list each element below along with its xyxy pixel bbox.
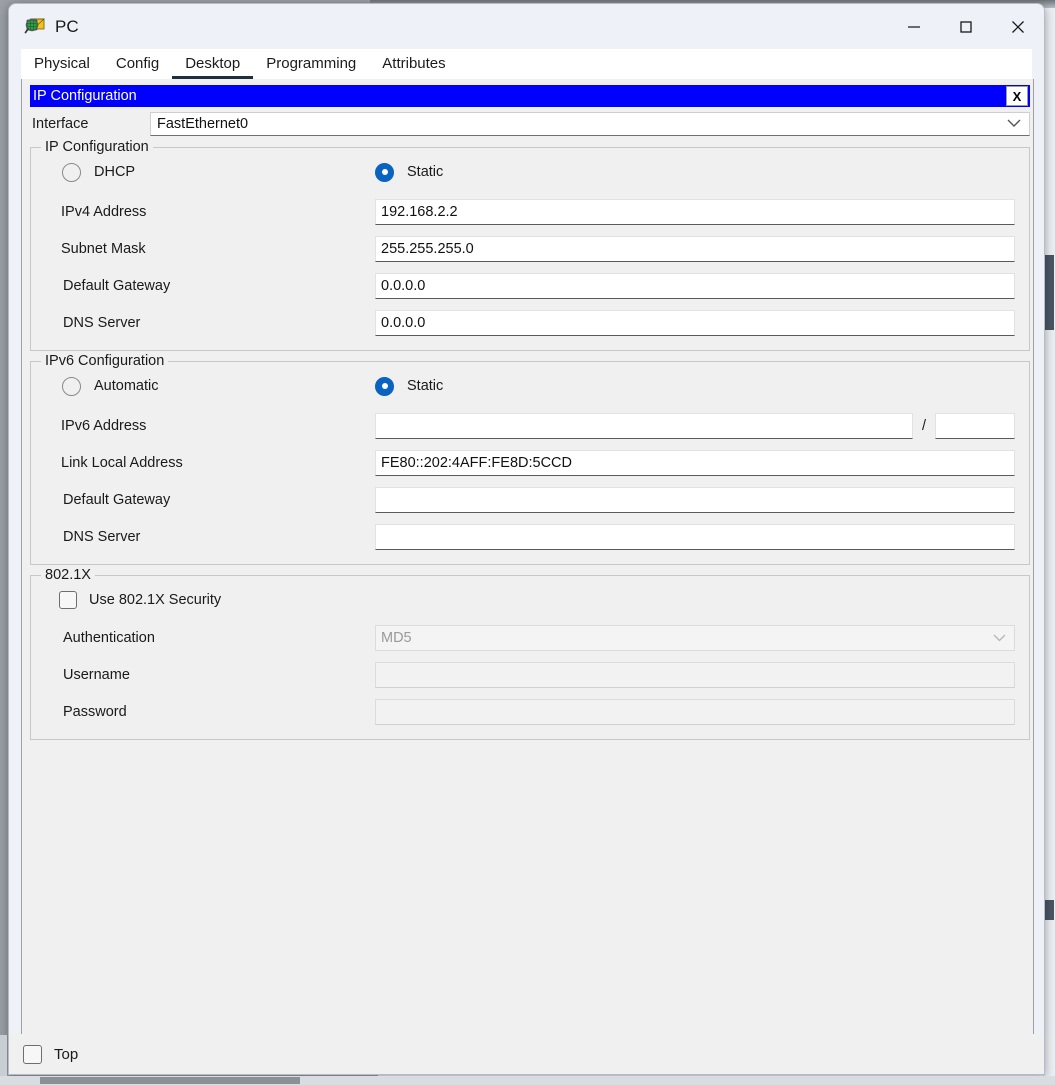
dot1x-group: 802.1X Use 802.1X Security Authenticatio… <box>30 567 1030 740</box>
radio-ipv6-static-indicator <box>375 376 394 396</box>
tab-physical[interactable]: Physical <box>21 53 103 79</box>
ipv4-address-label: IPv4 Address <box>61 203 147 220</box>
link-local-address-label: Link Local Address <box>61 454 183 471</box>
interface-dropdown[interactable]: FastEthernet0 <box>150 112 1030 136</box>
ip-configuration-subwindow: IP Configuration X Interface FastEtherne… <box>30 85 1030 775</box>
tab-strip-filler <box>458 49 1032 79</box>
ipv4-address-input[interactable]: 192.168.2.2 <box>375 198 1015 225</box>
ipv4-default-gateway-label: Default Gateway <box>63 277 171 294</box>
dot1x-password-label: Password <box>63 703 127 720</box>
radio-ipv6-automatic-indicator <box>62 376 81 396</box>
dot1x-authentication-row: Authentication MD5 <box>45 624 1015 651</box>
ipv6-prefix-length-input[interactable] <box>935 412 1015 439</box>
ipv6-dns-server-row: DNS Server <box>45 523 1015 550</box>
dot1x-username-input[interactable] <box>375 661 1015 688</box>
tab-desktop[interactable]: Desktop <box>172 53 254 79</box>
subnet-mask-label: Subnet Mask <box>61 240 146 257</box>
subnet-mask-input[interactable]: 255.255.255.0 <box>375 235 1015 262</box>
radio-ipv6-automatic-label: Automatic <box>94 378 159 394</box>
dot1x-username-row: Username <box>45 661 1015 688</box>
ipv6-configuration-group: IPv6 Configuration Automatic Static IPv6… <box>30 353 1030 565</box>
chevron-down-icon <box>1007 115 1021 133</box>
window-controls <box>888 4 1044 49</box>
interface-selected-value: FastEthernet0 <box>157 116 249 132</box>
interface-label: Interface <box>32 116 89 132</box>
ipv4-default-gateway-row: Default Gateway 0.0.0.0 <box>45 272 1015 299</box>
ipv6-dns-server-input[interactable] <box>375 523 1015 550</box>
background-left-scrollbar[interactable] <box>0 1035 7 1080</box>
maximize-button[interactable] <box>940 4 992 49</box>
background-vertical-scrollbar-thumb-lower[interactable] <box>1044 900 1054 920</box>
window-title: PC <box>55 16 79 36</box>
window-titlebar: PC <box>9 4 1044 49</box>
ipv4-dns-server-input[interactable]: 0.0.0.0 <box>375 309 1015 336</box>
dot1x-group-title: 802.1X <box>41 567 95 583</box>
radio-ipv4-dhcp[interactable]: DHCP <box>45 162 375 182</box>
ipv6-address-wrapper: / <box>375 412 1015 439</box>
ipv6-address-label: IPv6 Address <box>61 417 147 434</box>
radio-ipv4-static-label: Static <box>407 164 444 180</box>
window-bottom-bar: Top <box>9 1034 1044 1074</box>
dot1x-authentication-dropdown[interactable]: MD5 <box>375 624 1015 651</box>
tab-attributes[interactable]: Attributes <box>369 53 458 79</box>
radio-ipv6-static-label: Static <box>407 378 444 394</box>
radio-ipv4-static-indicator <box>375 162 394 182</box>
ipv4-group-title: IP Configuration <box>41 139 153 155</box>
ip-configuration-title: IP Configuration <box>33 88 137 104</box>
ip-configuration-close-button[interactable]: X <box>1006 86 1028 106</box>
dot1x-password-row: Password <box>45 698 1015 725</box>
ipv6-address-input[interactable] <box>375 412 913 439</box>
use-dot1x-security-checkbox-box <box>59 591 77 609</box>
link-local-address-row: Link Local Address FE80::202:4AFF:FE8D:5… <box>45 449 1015 476</box>
subnet-mask-row: Subnet Mask 255.255.255.0 <box>45 235 1015 262</box>
top-checkbox-label: Top <box>54 1045 79 1063</box>
desktop-tab-content: IP Configuration X Interface FastEtherne… <box>21 79 1034 1052</box>
radio-ipv4-dhcp-indicator <box>62 162 81 182</box>
use-dot1x-security-row: Use 802.1X Security <box>45 586 1015 614</box>
use-dot1x-security-checkbox[interactable]: Use 802.1X Security <box>45 591 221 609</box>
ipv4-default-gateway-input[interactable]: 0.0.0.0 <box>375 272 1015 299</box>
pc-device-window: PC Physical Config Desktop Programming A… <box>8 3 1045 1075</box>
radio-ipv4-static[interactable]: Static <box>375 162 444 182</box>
radio-ipv6-automatic[interactable]: Automatic <box>45 376 375 396</box>
chevron-down-icon <box>993 630 1006 646</box>
background-horizontal-scrollbar-thumb[interactable] <box>40 1077 300 1084</box>
dot1x-password-input[interactable] <box>375 698 1015 725</box>
dot1x-authentication-label: Authentication <box>63 629 155 646</box>
background-horizontal-scrollbar[interactable] <box>0 1076 1055 1085</box>
ipv6-prefix-separator: / <box>921 417 926 434</box>
dot1x-authentication-value: MD5 <box>381 629 412 646</box>
minimize-button[interactable] <box>888 4 940 49</box>
ipv6-dns-server-label: DNS Server <box>63 528 141 545</box>
ipv6-default-gateway-input[interactable] <box>375 486 1015 513</box>
ip-configuration-titlebar: IP Configuration X <box>30 85 1030 107</box>
dot1x-username-label: Username <box>63 666 130 683</box>
ipv6-group-title: IPv6 Configuration <box>41 353 169 369</box>
ipv6-default-gateway-row: Default Gateway <box>45 486 1015 513</box>
top-checkbox[interactable]: Top <box>23 1044 79 1064</box>
ipv4-configuration-group: IP Configuration DHCP Static IPv4 Addres… <box>30 139 1030 351</box>
link-local-address-input[interactable]: FE80::202:4AFF:FE8D:5CCD <box>375 449 1015 476</box>
tab-programming[interactable]: Programming <box>253 53 369 79</box>
ipv4-dns-server-row: DNS Server 0.0.0.0 <box>45 309 1015 336</box>
ipv6-mode-radio-row: Automatic Static <box>45 372 1015 400</box>
interface-row: Interface FastEthernet0 <box>30 111 1030 137</box>
ipv6-address-row: IPv6 Address / <box>45 412 1015 439</box>
top-checkbox-box <box>23 1044 42 1064</box>
ipv4-mode-radio-row: DHCP Static <box>45 158 1015 186</box>
background-vertical-scrollbar-thumb[interactable] <box>1044 255 1054 330</box>
tab-config[interactable]: Config <box>103 53 172 79</box>
use-dot1x-security-label: Use 802.1X Security <box>89 592 222 608</box>
radio-ipv4-dhcp-label: DHCP <box>94 164 136 180</box>
packet-tracer-pc-icon <box>23 15 47 39</box>
ipv4-address-row: IPv4 Address 192.168.2.2 <box>45 198 1015 225</box>
device-tab-strip: Physical Config Desktop Programming Attr… <box>21 49 1032 79</box>
radio-ipv6-static[interactable]: Static <box>375 376 444 396</box>
ipv4-dns-server-label: DNS Server <box>63 314 141 331</box>
ipv6-default-gateway-label: Default Gateway <box>63 491 171 508</box>
close-button[interactable] <box>992 4 1044 49</box>
